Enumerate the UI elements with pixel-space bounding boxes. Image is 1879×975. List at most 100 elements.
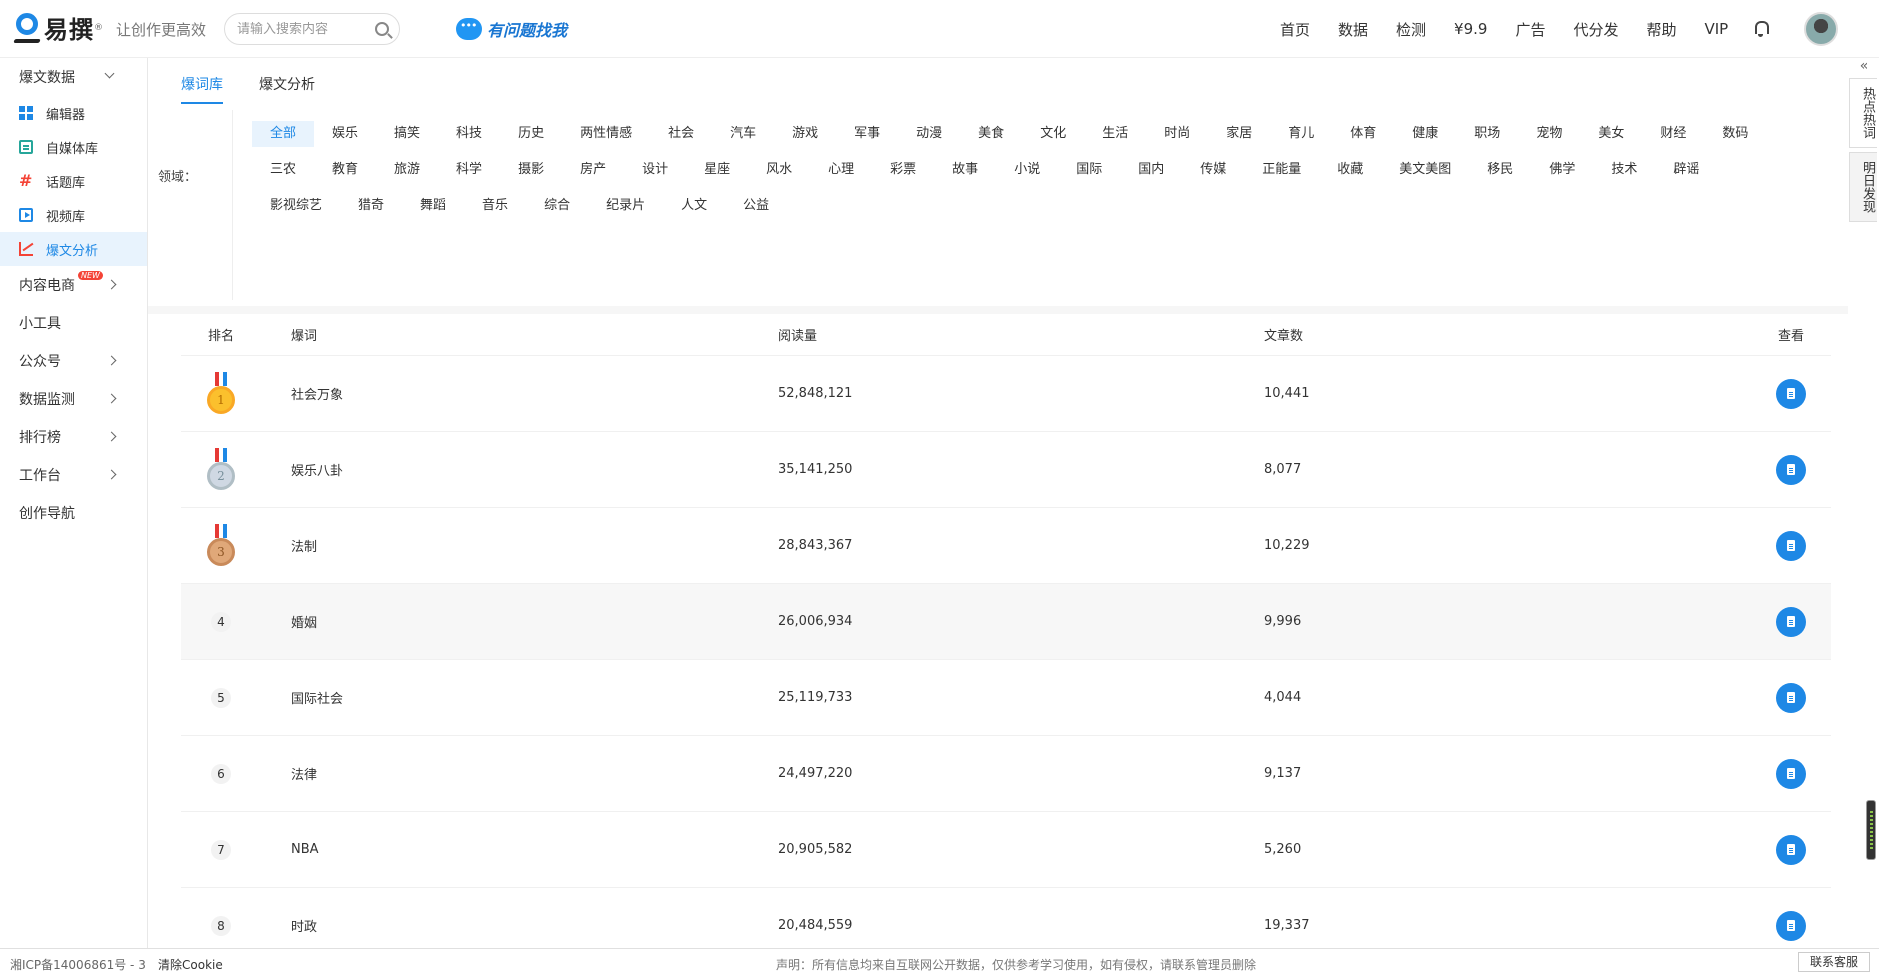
view-document-icon[interactable] [1776, 606, 1806, 637]
view-document-icon[interactable] [1776, 758, 1806, 789]
domain-item[interactable]: 家居 [1208, 121, 1270, 147]
logo[interactable]: 易撰 ® [13, 10, 103, 45]
domain-item[interactable]: 育儿 [1270, 121, 1332, 147]
domain-item[interactable]: 体育 [1332, 121, 1394, 147]
domain-item[interactable]: 美文美图 [1381, 157, 1469, 183]
scrollbar-thumb[interactable] [1866, 800, 1876, 860]
domain-item[interactable]: 旅游 [376, 157, 438, 183]
avatar[interactable] [1804, 12, 1839, 46]
view-document-icon[interactable] [1776, 910, 1806, 941]
domain-item[interactable]: 故事 [934, 157, 996, 183]
sidebar-item-2[interactable]: # 话题库 [0, 164, 147, 198]
domain-item[interactable]: 音乐 [464, 193, 526, 219]
sidebar-group-2[interactable]: 小工具 [0, 304, 147, 342]
domain-item[interactable]: 汽车 [712, 121, 774, 147]
nav-item-6[interactable]: 帮助 [1646, 19, 1676, 40]
domain-item[interactable]: 正能量 [1244, 157, 1319, 183]
domain-item[interactable]: 搞笑 [376, 121, 438, 147]
sidebar-item-4[interactable]: 爆文分析 [0, 232, 147, 266]
view-document-icon[interactable] [1776, 454, 1806, 485]
domain-item[interactable]: 技术 [1593, 157, 1655, 183]
domain-item[interactable]: 职场 [1456, 121, 1518, 147]
domain-item[interactable]: 动漫 [898, 121, 960, 147]
float-tab-0[interactable]: 热点热词 [1849, 78, 1877, 148]
domain-item[interactable]: 小说 [996, 157, 1058, 183]
nav-item-0[interactable]: 首页 [1280, 19, 1310, 40]
domain-item[interactable]: 佛学 [1531, 157, 1593, 183]
float-tab-1[interactable]: 明日发现 [1849, 152, 1877, 222]
domain-item[interactable]: 传媒 [1182, 157, 1244, 183]
nav-item-7[interactable]: VIP [1705, 20, 1729, 38]
domain-item[interactable]: 全部 [252, 121, 315, 147]
domain-item[interactable]: 教育 [314, 157, 376, 183]
domain-item[interactable]: 军事 [836, 121, 898, 147]
nav-item-4[interactable]: 广告 [1515, 19, 1545, 40]
bell-icon[interactable] [1754, 21, 1770, 37]
nav-item-1[interactable]: 数据 [1338, 19, 1368, 40]
domain-item[interactable]: 文化 [1022, 121, 1084, 147]
view-document-icon[interactable] [1776, 834, 1806, 865]
domain-item[interactable]: 科技 [438, 121, 500, 147]
view-document-icon[interactable] [1776, 682, 1806, 713]
sidebar-group-0[interactable]: 爆文数据 [0, 58, 147, 96]
domain-item[interactable]: 心理 [810, 157, 872, 183]
domain-item[interactable]: 猎奇 [340, 193, 402, 219]
icp-number[interactable]: 湘ICP备14006861号 - 3 [10, 956, 146, 973]
domain-item[interactable]: 美食 [960, 121, 1022, 147]
search-input[interactable] [237, 21, 367, 37]
clear-cookie-link[interactable]: 清除Cookie [158, 956, 223, 973]
domain-item[interactable]: 娱乐 [314, 121, 376, 147]
search-icon[interactable] [375, 22, 389, 36]
domain-item[interactable]: 风水 [748, 157, 810, 183]
domain-item[interactable]: 国内 [1120, 157, 1182, 183]
domain-item[interactable]: 人文 [663, 193, 725, 219]
domain-item[interactable]: 辟谣 [1655, 157, 1717, 183]
sidebar-group-1[interactable]: 内容电商 NEW [0, 266, 147, 304]
domain-item[interactable]: 健康 [1394, 121, 1456, 147]
domain-item[interactable]: 国际 [1058, 157, 1120, 183]
domain-item[interactable]: 美女 [1580, 121, 1642, 147]
domain-item[interactable]: 宠物 [1518, 121, 1580, 147]
domain-item[interactable]: 收藏 [1319, 157, 1381, 183]
domain-item[interactable]: 综合 [526, 193, 588, 219]
domain-item[interactable]: 科学 [438, 157, 500, 183]
sidebar-group-3[interactable]: 公众号 [0, 342, 147, 380]
sidebar-group-6[interactable]: 工作台 [0, 456, 147, 494]
domain-item[interactable]: 舞蹈 [402, 193, 464, 219]
nav-item-5[interactable]: 代分发 [1573, 19, 1618, 40]
domain-item[interactable]: 社会 [650, 121, 712, 147]
domain-item[interactable]: 游戏 [774, 121, 836, 147]
domain-item[interactable]: 房产 [562, 157, 624, 183]
domain-item[interactable]: 时尚 [1146, 121, 1208, 147]
domain-item[interactable]: 数码 [1704, 121, 1766, 147]
domain-item[interactable]: 摄影 [500, 157, 562, 183]
domain-item[interactable]: 设计 [624, 157, 686, 183]
domain-item[interactable]: 彩票 [872, 157, 934, 183]
sidebar-group-7[interactable]: 创作导航 [0, 494, 147, 532]
domain-item[interactable]: 财经 [1642, 121, 1704, 147]
sidebar-item-1[interactable]: 自媒体库 [0, 130, 147, 164]
collapse-arrow-icon[interactable]: « [1849, 58, 1879, 74]
domain-item[interactable]: 三农 [252, 157, 314, 183]
nav-item-3[interactable]: ¥9.9 [1454, 20, 1487, 38]
tab-1[interactable]: 爆文分析 [259, 58, 315, 106]
domain-item[interactable]: 历史 [500, 121, 562, 147]
view-document-icon[interactable] [1776, 530, 1806, 561]
sidebar-group-4[interactable]: 数据监测 [0, 380, 147, 418]
sidebar-item-3[interactable]: 视频库 [0, 198, 147, 232]
domain-item[interactable]: 纪录片 [588, 193, 663, 219]
tab-0[interactable]: 爆词库 [181, 58, 223, 106]
domain-divider [232, 110, 233, 300]
domain-item[interactable]: 影视综艺 [252, 193, 340, 219]
domain-item[interactable]: 生活 [1084, 121, 1146, 147]
domain-item[interactable]: 移民 [1469, 157, 1531, 183]
domain-item[interactable]: 公益 [725, 193, 787, 219]
sidebar-group-5[interactable]: 排行榜 [0, 418, 147, 456]
domain-item[interactable]: 星座 [686, 157, 748, 183]
domain-item[interactable]: 两性情感 [562, 121, 650, 147]
nav-item-2[interactable]: 检测 [1396, 19, 1426, 40]
contact-support-button[interactable]: 联系客服 [1798, 952, 1871, 972]
help-banner[interactable]: 有问题找我 [456, 17, 567, 41]
view-document-icon[interactable] [1776, 378, 1806, 409]
sidebar-item-0[interactable]: 编辑器 [0, 96, 147, 130]
